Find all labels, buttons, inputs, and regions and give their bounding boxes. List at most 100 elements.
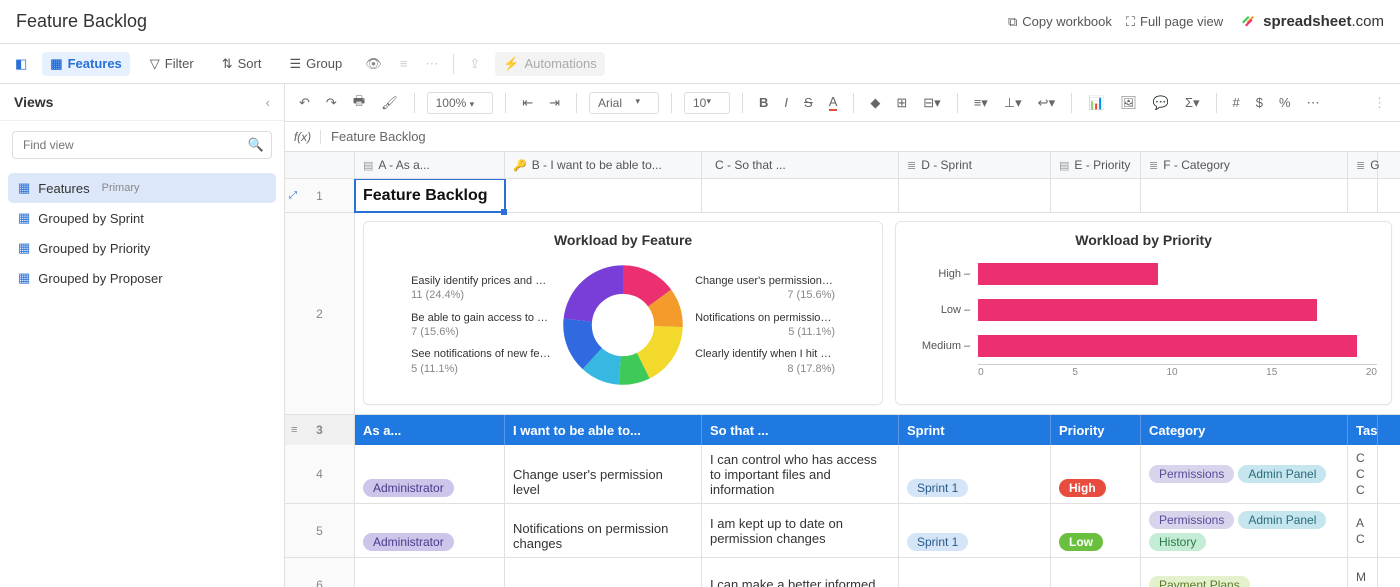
expand-icon[interactable]: ⤢ — [289, 190, 297, 201]
formula-input[interactable]: Feature Backlog — [321, 125, 1400, 148]
text-color-icon[interactable]: A — [825, 92, 842, 113]
cell-category[interactable]: PermissionsAdmin Panel — [1141, 445, 1348, 503]
share-icon[interactable]: ⇪ — [466, 53, 483, 75]
cell-priority[interactable] — [1051, 558, 1141, 587]
cell-priority[interactable]: Low — [1051, 504, 1141, 557]
number-format-icon[interactable]: # — [1229, 93, 1244, 112]
more-format-icon[interactable]: ⋯ — [1303, 93, 1324, 113]
currency-icon[interactable]: $ — [1252, 93, 1267, 112]
table-header-cell[interactable]: Sprint — [899, 415, 1051, 445]
sidebar-toggle-icon[interactable]: ◧ — [12, 53, 30, 75]
row-number[interactable]: 4 — [285, 445, 355, 503]
automations-button[interactable]: ⚡ Automations — [495, 52, 604, 76]
menu-icon[interactable]: ⋮ — [1369, 93, 1390, 113]
cell-as[interactable] — [355, 558, 505, 587]
table-row: 6 Clearly identify when I hit a I can ma… — [285, 558, 1400, 587]
image-icon[interactable]: 🖼 — [1116, 93, 1141, 113]
group-button[interactable]: ☰ Group — [281, 52, 350, 76]
borders-icon[interactable]: ⊞ — [892, 93, 911, 113]
cell-sprint[interactable] — [899, 558, 1051, 587]
cell[interactable] — [1051, 179, 1141, 212]
cell-as[interactable]: Administrator — [355, 445, 505, 503]
outdent-icon[interactable]: ⇤ — [518, 93, 537, 113]
column-label: C - So that ... — [715, 158, 786, 172]
row-number[interactable]: ≡3 — [285, 415, 355, 445]
column-header[interactable]: C - So that ... — [702, 152, 899, 178]
chevron-down-icon: ▾ — [706, 96, 711, 107]
table-header-cell[interactable]: I want to be able to... — [505, 415, 702, 445]
column-header[interactable]: ≣D - Sprint — [899, 152, 1051, 178]
print-icon[interactable]: 🖶 — [349, 90, 369, 116]
indent-icon[interactable]: ⇥ — [545, 93, 564, 113]
cell-tasks[interactable]: CCC — [1348, 445, 1378, 503]
row-height-icon[interactable]: ≡ — [397, 53, 411, 74]
functions-icon[interactable]: Σ▾ — [1181, 93, 1204, 113]
collapse-sidebar-icon[interactable]: ‹ — [266, 95, 270, 110]
column-header[interactable]: ▤E - Priority — [1051, 152, 1141, 178]
column-header[interactable]: ▤A - As a... — [355, 152, 505, 178]
title-cell[interactable]: Feature Backlog — [355, 179, 505, 212]
table-header-cell[interactable]: So that ... — [702, 415, 899, 445]
filter-button[interactable]: ▽ Filter — [142, 52, 202, 76]
cell-sprint[interactable]: Sprint 1 — [899, 504, 1051, 557]
hide-fields-icon[interactable]: 👁 — [362, 53, 385, 75]
chart-icon[interactable]: 📊 — [1084, 93, 1108, 113]
merge-icon[interactable]: ⊟▾ — [919, 93, 944, 113]
sidebar-view-item[interactable]: ▦Grouped by Sprint — [8, 203, 276, 233]
table-header-cell[interactable]: As a... — [355, 415, 505, 445]
sidebar-view-item[interactable]: ▦Grouped by Priority — [8, 233, 276, 263]
redo-icon[interactable]: ↷ — [322, 93, 341, 113]
cell-priority[interactable]: High — [1051, 445, 1141, 503]
percent-icon[interactable]: % — [1275, 93, 1295, 112]
wrap-icon[interactable]: ↩▾ — [1034, 93, 1059, 113]
cell-category[interactable]: Payment Plans — [1141, 558, 1348, 587]
cell-tasks[interactable]: AC — [1348, 504, 1378, 557]
cell[interactable] — [1141, 179, 1348, 212]
fill-color-icon[interactable]: ◆ — [866, 93, 884, 113]
cell[interactable] — [505, 179, 702, 212]
table-header-cell[interactable]: Priority — [1051, 415, 1141, 445]
cell-tasks[interactable]: MIc — [1348, 558, 1378, 587]
cell[interactable] — [899, 179, 1051, 212]
column-header[interactable]: ≣F - Category — [1141, 152, 1348, 178]
table-header-cell[interactable]: Category — [1141, 415, 1348, 445]
paint-format-icon[interactable]: 🖌 — [377, 93, 402, 113]
more-icon[interactable]: ⋯ — [422, 53, 441, 75]
find-view-input[interactable] — [12, 131, 272, 159]
sidebar-view-item[interactable]: ▦Grouped by Proposer — [8, 263, 276, 293]
cell-sothat[interactable]: I am kept up to date on permission chang… — [702, 504, 899, 557]
zoom-select[interactable]: 100% ▾ — [427, 92, 494, 114]
full-page-view-button[interactable]: ⛶ Full page view — [1126, 14, 1223, 30]
cell[interactable] — [1348, 179, 1378, 212]
cell-sprint[interactable]: Sprint 1 — [899, 445, 1051, 503]
undo-icon[interactable]: ↶ — [295, 93, 314, 113]
table-header-cell[interactable]: Tas — [1348, 415, 1378, 445]
cell-want[interactable]: Clearly identify when I hit a — [505, 558, 702, 587]
comment-icon[interactable]: 💬 — [1149, 93, 1173, 113]
fontsize-select[interactable]: 10 ▾ — [684, 92, 730, 114]
cell-sothat[interactable]: I can control who has access to importan… — [702, 445, 899, 503]
valign-icon[interactable]: ⊥▾ — [1000, 93, 1026, 113]
row-number[interactable]: 2 — [285, 213, 355, 414]
cell-category[interactable]: PermissionsAdmin PanelHistory — [1141, 504, 1348, 557]
italic-icon[interactable]: I — [780, 93, 792, 112]
bold-icon[interactable]: B — [755, 93, 772, 112]
features-view-button[interactable]: ▦ Features — [42, 52, 130, 76]
cell-as[interactable]: Administrator — [355, 504, 505, 557]
column-header[interactable]: ≣G — [1348, 152, 1378, 178]
row-number[interactable]: ⤢1 — [285, 179, 355, 212]
sidebar-view-item[interactable]: ▦FeaturesPrimary — [8, 173, 276, 203]
column-header[interactable]: 🔑B - I want to be able to... — [505, 152, 702, 178]
copy-icon: ⧉ — [1008, 14, 1017, 30]
row-number[interactable]: 6 — [285, 558, 355, 587]
halign-icon[interactable]: ≡▾ — [970, 93, 992, 113]
strike-icon[interactable]: S — [800, 93, 817, 112]
cell-want[interactable]: Change user's permission level — [505, 445, 702, 503]
cell-want[interactable]: Notifications on permission changes — [505, 504, 702, 557]
cell[interactable] — [702, 179, 899, 212]
font-select[interactable]: Arial ▾ — [589, 92, 659, 114]
row-number[interactable]: 5 — [285, 504, 355, 557]
copy-workbook-button[interactable]: ⧉ Copy workbook — [1008, 14, 1112, 30]
sort-button[interactable]: ⇅ Sort — [214, 52, 270, 76]
cell-sothat[interactable]: I can make a better informed — [702, 558, 899, 587]
